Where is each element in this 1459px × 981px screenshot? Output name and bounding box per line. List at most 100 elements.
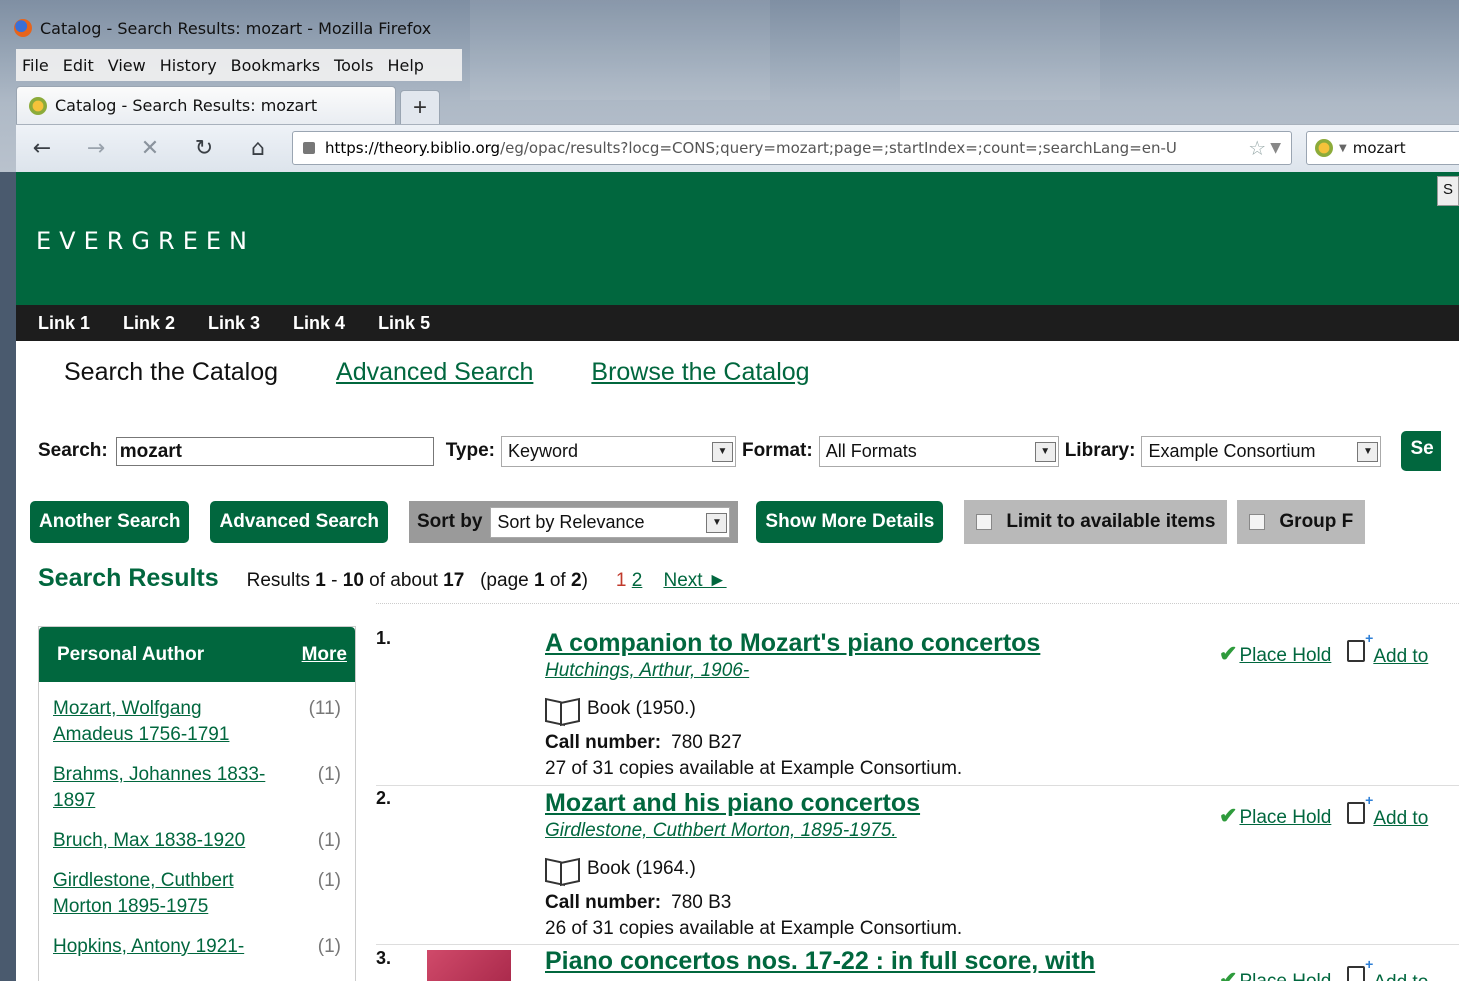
result-item: 2. Mozart and his piano concertos Girdle… [376,788,1459,948]
add-to-list-link[interactable]: Add to [1373,646,1428,667]
result-format-text: Book (1950.) [587,698,696,719]
type-value: Keyword [507,440,578,461]
forward-icon[interactable]: → [80,133,112,163]
menu-history[interactable]: History [160,56,217,75]
search-input[interactable]: mozart [115,436,434,466]
book-icon [545,856,579,882]
facet-more-link[interactable]: More [302,644,347,666]
add-to-list-link[interactable]: Add to [1373,808,1428,829]
nav-link-5[interactable]: Link 5 [378,313,430,334]
search-submit-button[interactable]: Se [1401,431,1442,471]
format-label: Format: [741,440,813,461]
nav-link-1[interactable]: Link 1 [38,313,90,334]
nav-link-3[interactable]: Link 3 [208,313,260,334]
search-form: Search: mozart Type: Keyword ▼ Format: A… [38,431,1442,471]
library-select[interactable]: Example Consortium ▼ [1141,435,1382,467]
limit-available-checkbox[interactable] [976,514,993,530]
add-to-list-icon [1347,792,1373,824]
nav-link-2[interactable]: Link 2 [123,313,175,334]
menu-bookmarks[interactable]: Bookmarks [231,56,320,75]
page-total: 2 [571,570,582,591]
place-hold-action[interactable]: ✔Place Hold [1219,803,1331,829]
result-author-link[interactable]: Hutchings, Arthur, 1906- [545,660,1245,682]
add-to-list-action[interactable]: Add to [1347,956,1428,981]
place-hold-link[interactable]: Place Hold [1239,807,1331,828]
place-hold-link[interactable]: Place Hold [1239,971,1331,981]
facet-item-link[interactable]: Brahms, Johannes 1833-1897 [53,762,273,814]
address-bar[interactable]: https://theory.biblio.org/eg/opac/result… [292,131,1292,165]
call-number-value: 780 B27 [671,732,742,753]
url-host: https://theory.biblio.org [325,139,501,157]
format-select[interactable]: All Formats ▼ [818,435,1059,467]
bookmark-star-icon[interactable]: ☆ [1248,136,1270,160]
place-hold-link[interactable]: Place Hold [1239,645,1331,666]
chevron-down-icon: ▼ [711,441,733,462]
add-to-list-action[interactable]: Add to [1347,792,1428,830]
type-select[interactable]: Keyword ▼ [500,435,736,467]
facet-item-link[interactable]: Hopkins, Antony 1921- [53,934,273,960]
page-link-2[interactable]: 2 [632,570,643,592]
home-icon[interactable]: ⌂ [242,133,274,163]
reload-icon[interactable]: ↻ [188,133,220,163]
checkmark-icon: ✔ [1219,641,1238,666]
library-value: Example Consortium [1148,440,1316,461]
library-label: Library: [1064,440,1136,461]
browser-chrome: Catalog - Search Results: mozart - Mozil… [0,0,1459,172]
page-open: (page [480,570,529,591]
new-tab-button[interactable]: + [400,90,440,124]
book-cover-image[interactable] [427,950,511,981]
add-to-list-icon [1347,956,1373,981]
tab-advanced-search[interactable]: Advanced Search [336,358,533,387]
evergreen-logo[interactable]: EVERGREEN [36,227,255,255]
menu-view[interactable]: View [108,56,146,75]
facet-item-link[interactable]: Bruch, Max 1838-1920 [53,828,273,854]
page-current: 1 [534,570,545,591]
result-separator [376,785,1459,786]
group-formats-toggle[interactable]: Group F [1237,500,1366,544]
result-format-text: Book (1964.) [587,858,696,879]
header-button[interactable]: S [1437,176,1459,206]
browser-search-value: mozart [1352,139,1406,157]
facet-item: Girdlestone, Cuthbert Morton 1895-1975 (… [39,868,355,920]
menu-tools[interactable]: Tools [334,56,373,75]
place-hold-action[interactable]: ✔Place Hold [1219,967,1331,981]
result-title-link[interactable]: Piano concertos nos. 17-22 : in full sco… [545,946,1245,976]
next-page-link[interactable]: Next ► [663,570,726,592]
limit-available-toggle[interactable]: Limit to available items [964,500,1228,544]
result-title-link[interactable]: A companion to Mozart's piano concertos [545,628,1245,658]
result-title-link[interactable]: Mozart and his piano concertos [545,788,1245,818]
add-to-list-action[interactable]: Add to [1347,630,1428,668]
sort-select[interactable]: Sort by Relevance ▼ [490,506,731,538]
url-dropdown-icon[interactable]: ▼ [1270,140,1291,156]
menu-edit[interactable]: Edit [63,56,94,75]
result-author-link[interactable]: Girdlestone, Cuthbert Morton, 1895-1975. [545,820,1245,842]
facet-item-link[interactable]: Mozart, Wolfgang Amadeus 1756-1791 [53,696,273,748]
add-to-list-link[interactable]: Add to [1373,972,1428,981]
tab-catalog[interactable]: Catalog - Search Results: mozart [16,86,396,124]
facet-item-count: (11) [308,698,341,719]
search-engine-dropdown-icon[interactable]: ▼ [1339,143,1347,154]
tab-browse-catalog[interactable]: Browse the Catalog [591,358,809,387]
sort-label: Sort by [416,511,483,532]
results-total: 17 [443,570,465,591]
place-hold-action[interactable]: ✔Place Hold [1219,641,1331,667]
menu-file[interactable]: File [22,56,49,75]
tab-search-catalog: Search the Catalog [64,358,279,386]
results-range-end: 10 [342,570,364,591]
page-content: EVERGREEN S Link 1 Link 2 Link 3 Link 4 … [16,172,1459,981]
nav-link-4[interactable]: Link 4 [293,313,345,334]
result-body: Mozart and his piano concertos Girdlesto… [545,788,1245,940]
facet-item-link[interactable]: Girdlestone, Cuthbert Morton 1895-1975 [53,868,273,920]
menu-help[interactable]: Help [387,56,423,75]
browser-search-input[interactable]: ▼ mozart [1306,131,1459,165]
show-more-details-button[interactable]: Show More Details [756,501,944,543]
results-text: Results [246,570,310,591]
group-formats-checkbox[interactable] [1249,514,1266,530]
stop-icon[interactable]: ✕ [134,133,166,163]
result-copies: 26 of 31 copies available at Example Con… [545,918,963,939]
results-range-start: 1 [315,570,326,591]
another-search-button[interactable]: Another Search [30,501,190,543]
page-of: of [549,570,566,591]
back-icon[interactable]: ← [26,133,58,163]
advanced-search-button[interactable]: Advanced Search [210,501,388,543]
